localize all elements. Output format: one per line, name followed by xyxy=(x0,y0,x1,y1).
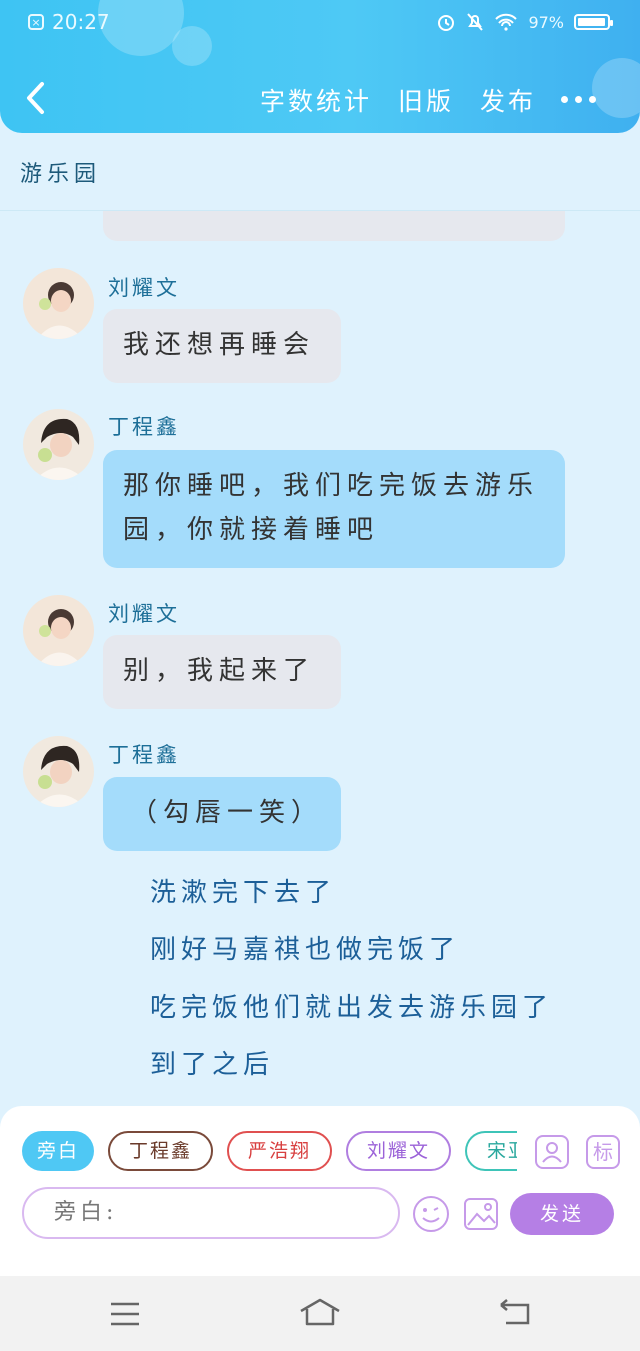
character-chip[interactable]: 宋亚轩 xyxy=(465,1131,517,1171)
message-bubble: 了原 xyxy=(103,211,565,241)
speaker-name: 刘耀文 xyxy=(108,602,180,626)
emoji-icon[interactable] xyxy=(412,1195,450,1233)
image-icon[interactable] xyxy=(462,1195,500,1233)
send-button[interactable]: 发送 xyxy=(510,1193,614,1235)
mark-button[interactable]: 标 xyxy=(586,1135,620,1169)
wifi-icon xyxy=(495,13,518,31)
publish-button[interactable]: 发布 xyxy=(480,82,536,118)
back-icon[interactable] xyxy=(498,1299,532,1327)
avatar[interactable] xyxy=(23,736,94,807)
narration-line[interactable]: 洗漱完下去了 xyxy=(150,872,336,909)
message-bubble[interactable]: 那你睡吧，我们吃完饭去游乐园，你就接着睡吧 xyxy=(103,450,565,568)
message-input[interactable]: 旁白: xyxy=(22,1187,400,1239)
speaker-name: 丁程鑫 xyxy=(108,743,180,767)
message-bubble[interactable]: 别，我起来了 xyxy=(103,635,341,709)
avatar[interactable] xyxy=(23,595,94,666)
narration-line[interactable]: 吃完饭他们就出发去游乐园了 xyxy=(150,987,553,1024)
more-dots-icon[interactable] xyxy=(561,96,596,103)
status-bar: × 20:27 97% xyxy=(0,8,640,42)
battery-icon xyxy=(574,14,613,30)
character-chip-narrator[interactable]: 旁白 xyxy=(22,1131,94,1171)
home-icon[interactable] xyxy=(298,1297,342,1327)
system-nav-bar xyxy=(0,1276,640,1351)
narration-line[interactable]: 到了之后 xyxy=(150,1044,274,1081)
avatar[interactable] xyxy=(23,268,94,339)
app-header: × 20:27 97% 字数统计 旧版 发布 xyxy=(0,0,640,133)
speaker-name: 刘耀文 xyxy=(108,276,180,300)
message-list[interactable]: 了原 刘耀文 我还想再睡会 丁程鑫 那你睡吧，我们吃完饭去游乐园，你就接着睡吧 … xyxy=(0,211,640,1106)
avatar[interactable] xyxy=(23,409,94,480)
word-count-button[interactable]: 字数统计 xyxy=(260,82,372,118)
notification-icon: × xyxy=(28,14,44,30)
story-title: 游乐园 xyxy=(20,162,102,187)
message-bubble[interactable]: （勾唇一笑） xyxy=(103,777,341,851)
character-chip[interactable]: 丁程鑫 xyxy=(108,1131,213,1171)
speaker-name: 丁程鑫 xyxy=(108,415,180,439)
status-time: 20:27 xyxy=(52,10,110,34)
narration-line[interactable]: 刚好马嘉祺也做完饭了 xyxy=(150,929,460,966)
chevron-left-icon[interactable] xyxy=(22,80,52,116)
battery-percent: 97% xyxy=(528,12,564,32)
decor-bubble xyxy=(592,58,640,118)
character-chip[interactable]: 严浩翔 xyxy=(227,1131,332,1171)
old-version-button[interactable]: 旧版 xyxy=(398,82,454,118)
alarm-icon xyxy=(438,15,455,31)
character-manage-icon[interactable] xyxy=(535,1135,569,1169)
mute-icon xyxy=(467,13,484,31)
menu-icon[interactable] xyxy=(109,1301,141,1327)
character-chip[interactable]: 刘耀文 xyxy=(346,1131,451,1171)
header-actions: 字数统计 旧版 发布 xyxy=(260,82,536,118)
message-bubble[interactable]: 我还想再睡会 xyxy=(103,309,341,383)
